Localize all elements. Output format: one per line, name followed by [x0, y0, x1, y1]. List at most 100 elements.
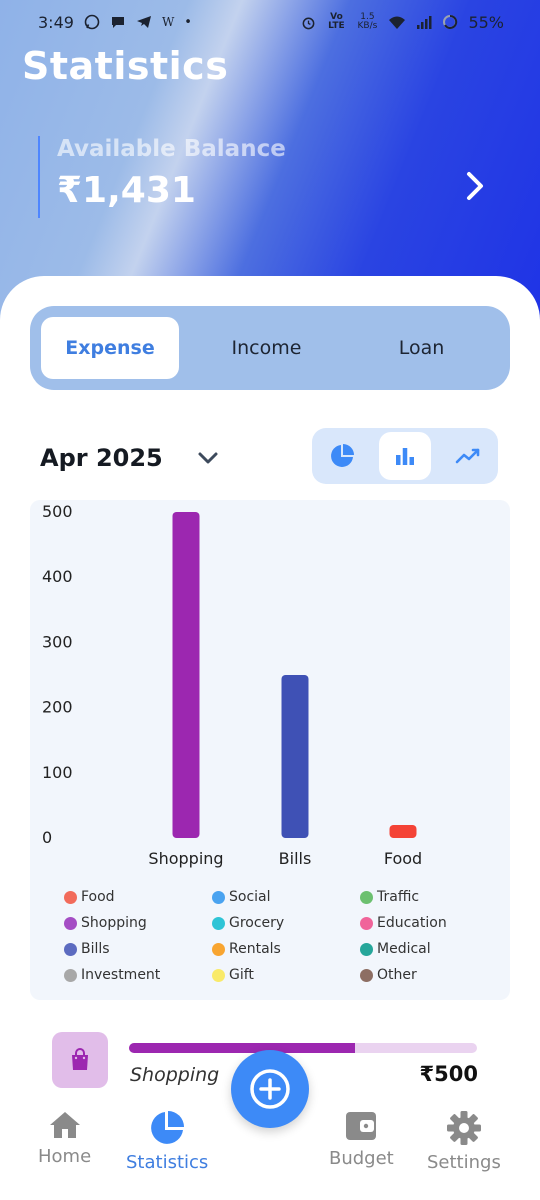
bar-shopping[interactable]: [172, 512, 200, 838]
wikipedia-icon: W: [161, 15, 175, 29]
legend-label: Shopping: [81, 915, 147, 931]
line-chart-button[interactable]: [442, 432, 494, 480]
x-category-label: Food: [384, 849, 422, 868]
nav-budget-label: Budget: [329, 1148, 394, 1169]
status-time: 3:49: [38, 12, 74, 32]
legend-dot: [360, 916, 373, 930]
bar-chart-card: 500 400 300 200 100 0 Shopping Bills Food Food So…: [30, 500, 510, 1000]
legend-dot: [360, 968, 373, 982]
legend-label: Education: [377, 915, 447, 931]
legend-item: Gift: [212, 966, 360, 984]
legend-label: Bills: [81, 941, 110, 957]
wifi-icon: [389, 16, 406, 29]
legend-dot: [64, 916, 77, 930]
chart-type-toggle: [312, 428, 498, 484]
legend-dot: [360, 942, 373, 956]
x-category-label: Bills: [279, 849, 312, 868]
signal-icon: [417, 15, 432, 29]
legend-item: Bills: [64, 940, 212, 958]
legend-label: Medical: [377, 941, 431, 957]
bar-chart-button[interactable]: [379, 432, 431, 480]
legend-item: Shopping: [64, 914, 212, 932]
bar-food[interactable]: [389, 824, 417, 838]
legend-item: Other: [360, 966, 484, 984]
nav-statistics-label: Statistics: [126, 1152, 209, 1173]
legend-dot: [360, 890, 373, 904]
wallet-icon: [346, 1112, 377, 1140]
legend-label: Social: [229, 889, 271, 905]
nav-home-label: Home: [38, 1146, 92, 1167]
y-tick-label: 400: [42, 567, 73, 586]
legend-dot: [212, 942, 225, 956]
add-transaction-button[interactable]: [231, 1050, 309, 1128]
shopping-bag-icon: [52, 1032, 108, 1088]
legend-label: Gift: [229, 967, 254, 983]
x-category-label: Shopping: [148, 849, 223, 868]
battery-ring-icon: [443, 14, 458, 29]
home-icon: [49, 1112, 80, 1138]
category-progress-track: [129, 1043, 477, 1053]
legend-item: Social: [212, 888, 360, 906]
legend-label: Investment: [81, 967, 161, 983]
telegram-icon: [136, 16, 151, 28]
legend-dot: [212, 890, 225, 904]
nav-statistics[interactable]: Statistics: [126, 1110, 208, 1173]
tab-income[interactable]: Income: [189, 317, 344, 379]
legend-item: Medical: [360, 940, 484, 958]
legend-label: Food: [81, 889, 115, 905]
month-selector[interactable]: Apr 2025: [40, 438, 219, 478]
category-progress-fill: [129, 1043, 356, 1053]
page-title: Statistics: [22, 44, 229, 88]
legend-item: Traffic: [360, 888, 484, 906]
legend-label: Rentals: [229, 941, 281, 957]
legend-item: Food: [64, 888, 212, 906]
whatsapp-icon: [84, 14, 100, 30]
legend-item: Grocery: [212, 914, 360, 932]
battery-percent: 55%: [468, 12, 504, 32]
category-amount: ₹500: [419, 1062, 478, 1086]
tab-loan[interactable]: Loan: [344, 317, 499, 379]
nav-budget[interactable]: Budget: [329, 1110, 394, 1169]
y-tick-label: 300: [42, 632, 73, 651]
bar-chart: 500 400 300 200 100 0 Shopping Bills Food: [42, 502, 422, 868]
chevron-down-icon: [198, 452, 218, 464]
tab-expense[interactable]: Expense: [41, 317, 179, 379]
y-tick-label: 500: [42, 502, 73, 521]
legend-label: Other: [377, 967, 417, 983]
legend-item: Education: [360, 914, 484, 932]
status-bar: 3:49 W • Vo LTE 1.5 KB/s 55%: [0, 0, 540, 44]
plus-circle-icon: [250, 1069, 290, 1109]
legend-item: Rentals: [212, 940, 360, 958]
nav-settings[interactable]: Settings: [427, 1110, 501, 1173]
chevron-right-icon[interactable]: [458, 166, 492, 206]
balance-card: Available Balance ₹1,431: [38, 136, 286, 218]
y-tick-label: 0: [42, 828, 52, 847]
legend-label: Traffic: [377, 889, 420, 905]
volte-indicator: Vo LTE: [328, 12, 345, 31]
alarm-icon: [303, 17, 315, 29]
nav-settings-label: Settings: [427, 1152, 501, 1173]
gear-icon: [446, 1111, 481, 1145]
legend-label: Grocery: [229, 915, 285, 931]
chat-bubble-icon: [111, 17, 124, 28]
pie-chart-icon: [331, 444, 354, 467]
pie-chart-button[interactable]: [316, 432, 368, 480]
category-name: Shopping: [130, 1064, 220, 1086]
legend-dot: [64, 968, 77, 982]
legend-dot: [64, 890, 77, 904]
legend-dot: [212, 968, 225, 982]
legend-dot: [64, 942, 77, 956]
legend-item: Investment: [64, 966, 212, 984]
type-segmented-control: Expense Income Loan: [30, 306, 510, 390]
nav-home[interactable]: Home: [38, 1110, 91, 1167]
bar-bills[interactable]: [281, 675, 309, 838]
line-chart-icon: [455, 448, 480, 464]
balance-label: Available Balance: [57, 136, 286, 162]
notification-dot-icon: •: [184, 14, 192, 30]
network-speed: 1.5 KB/s: [357, 12, 378, 31]
month-label: Apr 2025: [40, 444, 163, 472]
legend-dot: [212, 916, 225, 930]
chart-legend: Food Social Traffic Shopping Grocery Educatio…: [64, 888, 484, 984]
y-tick-label: 200: [42, 698, 73, 717]
y-tick-label: 100: [42, 763, 73, 782]
